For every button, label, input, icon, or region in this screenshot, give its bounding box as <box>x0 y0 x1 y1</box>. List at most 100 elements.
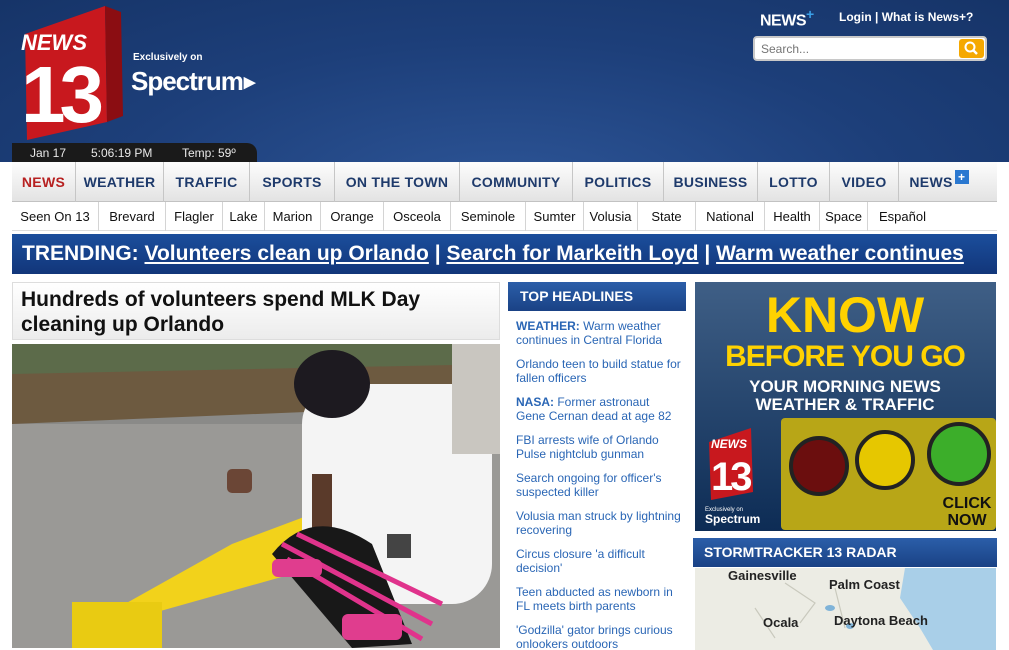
exclusively-on-text: Exclusively on <box>133 52 203 63</box>
news13-logo[interactable]: NEWS 13 <box>17 4 125 142</box>
trending-separator: | <box>704 242 711 265</box>
nav-news[interactable]: NEWS <box>12 162 76 202</box>
nav-community[interactable]: COMMUNITY <box>460 162 573 202</box>
news-plus-text: NEWS <box>760 12 807 30</box>
site-header: NEWS 13 Exclusively on Spectrum▶ Jan 17 … <box>0 0 1009 162</box>
headline-text: Teen abducted as newborn in FL meets bir… <box>516 585 673 613</box>
ad-logo-13: 13 <box>711 455 751 499</box>
link-separator: | <box>875 10 879 24</box>
headline-item[interactable]: 'Godzilla' gator brings curious onlooker… <box>516 623 682 650</box>
subnav-lake[interactable]: Lake <box>223 202 265 231</box>
subnav-volusia[interactable]: Volusia <box>584 202 638 231</box>
spectrum-text: Spectrum <box>131 66 244 96</box>
subnav-flagler[interactable]: Flagler <box>166 202 223 231</box>
lead-story-headline[interactable]: Hundreds of volunteers spend MLK Day cle… <box>12 282 500 340</box>
info-time: 5:06:19 PM <box>91 145 153 160</box>
city-label-ocala: Ocala <box>763 615 799 630</box>
search-box <box>753 36 987 61</box>
nav-news-plus[interactable]: NEWS + <box>899 162 979 202</box>
trending-link-markeith-loyd[interactable]: Search for Markeith Loyd <box>446 242 698 265</box>
nav-on-the-town[interactable]: ON THE TOWN <box>335 162 460 202</box>
headline-keyword: NASA: <box>516 395 554 409</box>
ad-click-text: CLICK <box>943 495 992 512</box>
radar-title[interactable]: STORMTRACKER 13 RADAR <box>693 538 997 567</box>
region-nav: Seen On 13 Brevard Flagler Lake Marion O… <box>12 202 997 231</box>
info-temp: Temp: 59º <box>182 145 236 160</box>
subnav-orange[interactable]: Orange <box>321 202 384 231</box>
nav-sports[interactable]: SPORTS <box>250 162 335 202</box>
subnav-seen-on-13[interactable]: Seen On 13 <box>12 202 99 231</box>
headline-item[interactable]: NASA: Former astronaut Gene Cernan dead … <box>516 395 682 423</box>
headline-item[interactable]: Volusia man struck by lightning recoveri… <box>516 509 682 537</box>
red-light-icon <box>789 436 849 496</box>
radar-map[interactable]: Gainesville Palm Coast Ocala Daytona Bea… <box>695 568 996 650</box>
what-is-news-plus-link[interactable]: What is News+? <box>882 10 974 24</box>
ad-now-text: NOW <box>947 512 987 529</box>
search-input[interactable] <box>761 41 951 57</box>
subnav-health[interactable]: Health <box>765 202 820 231</box>
trending-separator: | <box>434 242 441 265</box>
headline-list: WEATHER: Warm weather continues in Centr… <box>508 311 686 650</box>
headline-item[interactable]: Circus closure 'a difficult decision' <box>516 547 682 575</box>
search-icon <box>964 41 978 55</box>
logo-13-text: 13 <box>21 50 101 139</box>
ad-line-morning-news: YOUR MORNING NEWS <box>749 377 941 396</box>
info-bar: Jan 17 5:06:19 PM Temp: 59º <box>12 143 257 162</box>
headline-item[interactable]: Teen abducted as newborn in FL meets bir… <box>516 585 682 613</box>
lead-story: Hundreds of volunteers spend MLK Day cle… <box>12 282 500 650</box>
headline-item[interactable]: WEATHER: Warm weather continues in Centr… <box>516 319 682 347</box>
ad-line-know: KNOW <box>766 287 925 343</box>
subnav-espanol[interactable]: Español <box>868 202 937 231</box>
city-label-gainesville: Gainesville <box>728 568 797 583</box>
headline-text: Circus closure 'a difficult decision' <box>516 547 645 575</box>
lead-story-photo[interactable] <box>12 344 500 648</box>
search-button[interactable] <box>959 39 984 58</box>
nav-video[interactable]: VIDEO <box>830 162 899 202</box>
subnav-sumter[interactable]: Sumter <box>526 202 584 231</box>
ad-logo-news: NEWS <box>711 437 747 451</box>
city-label-daytona-beach: Daytona Beach <box>834 613 928 628</box>
top-headlines: TOP HEADLINES WEATHER: Warm weather cont… <box>508 282 686 650</box>
main-nav: NEWS WEATHER TRAFFIC SPORTS ON THE TOWN … <box>12 162 997 202</box>
headline-item[interactable]: Orlando teen to build statue for fallen … <box>516 357 682 385</box>
headline-text: Volusia man struck by lightning recoveri… <box>516 509 681 537</box>
ad-spectrum: Spectrum <box>705 512 760 526</box>
headline-keyword: WEATHER: <box>516 319 580 333</box>
nav-weather[interactable]: WEATHER <box>76 162 164 202</box>
headline-text: Search ongoing for officer's suspected k… <box>516 471 662 499</box>
city-label-palm-coast: Palm Coast <box>829 577 900 592</box>
nav-news-plus-label: NEWS <box>909 174 953 190</box>
plus-icon: + <box>806 6 814 22</box>
headline-text: FBI arrests wife of Orlando Pulse nightc… <box>516 433 659 461</box>
subnav-space[interactable]: Space <box>820 202 868 231</box>
spectrum-logo: Spectrum▶ <box>131 66 256 97</box>
login-link[interactable]: Login <box>839 10 872 24</box>
top-links: Login | What is News+? <box>839 10 973 24</box>
news-plus-logo[interactable]: NEWS+ <box>760 6 814 30</box>
green-light-icon <box>927 422 991 486</box>
headline-text: 'Godzilla' gator brings curious onlooker… <box>516 623 673 650</box>
top-headlines-title: TOP HEADLINES <box>508 282 686 311</box>
headline-item[interactable]: Search ongoing for officer's suspected k… <box>516 471 682 499</box>
ad-line-before-you-go: BEFORE YOU GO <box>725 340 965 373</box>
subnav-national[interactable]: National <box>696 202 765 231</box>
nav-traffic[interactable]: TRAFFIC <box>164 162 250 202</box>
headline-item[interactable]: FBI arrests wife of Orlando Pulse nightc… <box>516 433 682 461</box>
subnav-state[interactable]: State <box>638 202 696 231</box>
ad-line-weather-traffic: WEATHER & TRAFFIC <box>755 395 934 414</box>
yellow-light-icon <box>855 430 915 490</box>
plus-icon: + <box>954 170 969 184</box>
nav-politics[interactable]: POLITICS <box>573 162 664 202</box>
subnav-seminole[interactable]: Seminole <box>451 202 526 231</box>
trending-link-volunteers[interactable]: Volunteers clean up Orlando <box>145 242 429 265</box>
subnav-marion[interactable]: Marion <box>265 202 321 231</box>
know-before-you-go-ad[interactable]: KNOW BEFORE YOU GO YOUR MORNING NEWS WEA… <box>695 282 996 531</box>
nav-lotto[interactable]: LOTTO <box>758 162 830 202</box>
trending-bar: TRENDING: Volunteers clean up Orlando | … <box>12 234 997 274</box>
trending-label: TRENDING: <box>22 242 139 265</box>
subnav-brevard[interactable]: Brevard <box>99 202 166 231</box>
trending-link-warm-weather[interactable]: Warm weather continues <box>716 242 964 265</box>
spectrum-arrow-icon: ▶ <box>243 74 256 91</box>
subnav-osceola[interactable]: Osceola <box>384 202 451 231</box>
nav-business[interactable]: BUSINESS <box>664 162 758 202</box>
